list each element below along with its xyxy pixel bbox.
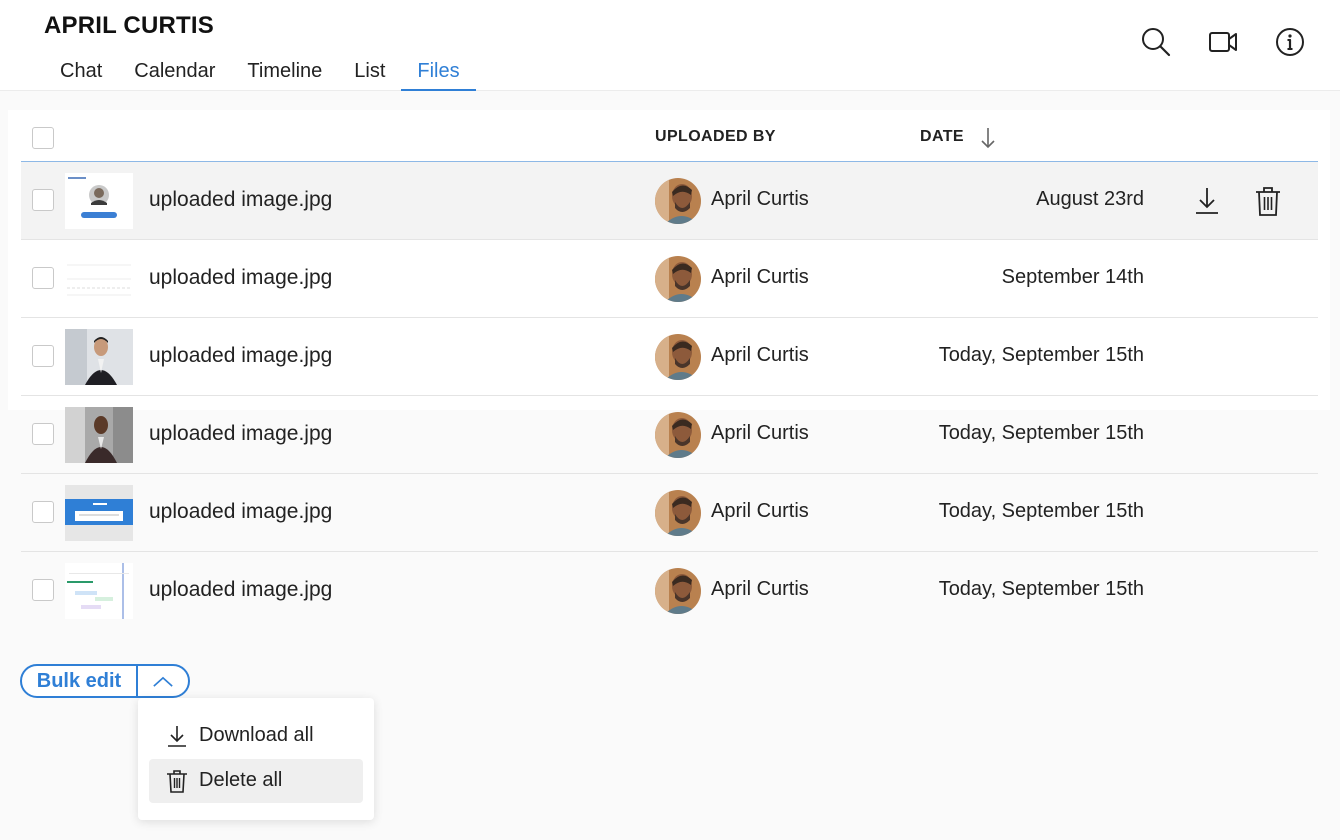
tab-calendar[interactable]: Calendar <box>118 56 231 91</box>
menu-item-download-all[interactable]: Download all <box>149 714 363 758</box>
file-name[interactable]: uploaded image.jpg <box>149 344 332 368</box>
avatar <box>655 568 701 614</box>
upload-date: September 14th <box>1001 266 1144 288</box>
table-row[interactable]: uploaded image.jpg April Curtis Today, S… <box>21 396 1318 474</box>
table-header: UPLOADED BY DATE <box>21 110 1318 162</box>
column-uploaded-by[interactable]: UPLOADED BY <box>655 128 776 146</box>
file-thumbnail[interactable] <box>65 485 133 541</box>
download-icon[interactable] <box>1192 185 1222 217</box>
chevron-up-icon <box>153 676 173 687</box>
file-thumbnail[interactable] <box>65 563 133 619</box>
column-date[interactable]: DATE <box>920 128 964 146</box>
file-thumbnail[interactable] <box>65 407 133 463</box>
uploader-name: April Curtis <box>711 344 809 366</box>
bulk-edit-menu: Download all Delete all <box>138 698 374 820</box>
tab-files[interactable]: Files <box>401 56 476 91</box>
file-thumbnail[interactable] <box>65 251 133 307</box>
upload-date: Today, September 15th <box>938 500 1144 522</box>
menu-item-label: Download all <box>199 724 314 746</box>
bulk-edit-split-button: Bulk edit <box>20 664 190 698</box>
info-icon[interactable] <box>1272 24 1308 60</box>
tab-chat[interactable]: Chat <box>44 56 118 91</box>
table-row[interactable]: uploaded image.jpg April Curtis Today, S… <box>21 552 1318 630</box>
tab-timeline[interactable]: Timeline <box>231 56 338 91</box>
row-checkbox[interactable] <box>32 423 54 445</box>
bulk-edit-button[interactable]: Bulk edit <box>22 666 138 696</box>
table-row[interactable]: uploaded image.jpg April Curtis Today, S… <box>21 474 1318 552</box>
file-name[interactable]: uploaded image.jpg <box>149 578 332 602</box>
tab-list[interactable]: List <box>338 56 401 91</box>
upload-date: Today, September 15th <box>938 344 1144 366</box>
uploader-name: April Curtis <box>711 188 809 210</box>
tab-bar: Chat Calendar Timeline List Files <box>44 56 476 91</box>
upload-date: Today, September 15th <box>938 578 1144 600</box>
avatar <box>655 412 701 458</box>
table-row[interactable]: uploaded image.jpg April Curtis Septembe… <box>21 240 1318 318</box>
upload-date: August 23rd <box>1036 188 1144 210</box>
search-icon[interactable] <box>1138 24 1174 60</box>
file-name[interactable]: uploaded image.jpg <box>149 188 332 212</box>
row-checkbox[interactable] <box>32 345 54 367</box>
uploader-name: April Curtis <box>711 578 809 600</box>
table-row[interactable]: uploaded image.jpg April Curtis Today, S… <box>21 318 1318 396</box>
file-thumbnail[interactable] <box>65 173 133 229</box>
uploader-name: April Curtis <box>711 422 809 444</box>
row-checkbox[interactable] <box>32 189 54 211</box>
video-icon[interactable] <box>1205 24 1241 60</box>
sort-arrow-down-icon[interactable] <box>976 124 1000 152</box>
row-checkbox[interactable] <box>32 267 54 289</box>
uploader-name: April Curtis <box>711 266 809 288</box>
file-thumbnail[interactable] <box>65 329 133 385</box>
avatar <box>655 178 701 224</box>
row-checkbox[interactable] <box>32 501 54 523</box>
menu-item-delete-all[interactable]: Delete all <box>149 759 363 803</box>
upload-date: Today, September 15th <box>938 422 1144 444</box>
page-header: APRIL CURTIS Chat Calendar Timeline List… <box>0 0 1340 91</box>
download-icon <box>165 724 189 748</box>
file-name[interactable]: uploaded image.jpg <box>149 422 332 446</box>
uploader-name: April Curtis <box>711 500 809 522</box>
row-checkbox[interactable] <box>32 579 54 601</box>
select-all-checkbox[interactable] <box>32 127 54 149</box>
page-title: APRIL CURTIS <box>44 12 214 39</box>
file-name[interactable]: uploaded image.jpg <box>149 266 332 290</box>
file-name[interactable]: uploaded image.jpg <box>149 500 332 524</box>
bulk-edit-toggle[interactable] <box>138 666 188 696</box>
trash-icon <box>165 769 189 793</box>
avatar <box>655 334 701 380</box>
avatar <box>655 256 701 302</box>
table-row[interactable]: uploaded image.jpg April Curtis August 2… <box>21 162 1318 240</box>
menu-item-label: Delete all <box>199 769 283 791</box>
avatar <box>655 490 701 536</box>
trash-icon[interactable] <box>1253 185 1283 217</box>
